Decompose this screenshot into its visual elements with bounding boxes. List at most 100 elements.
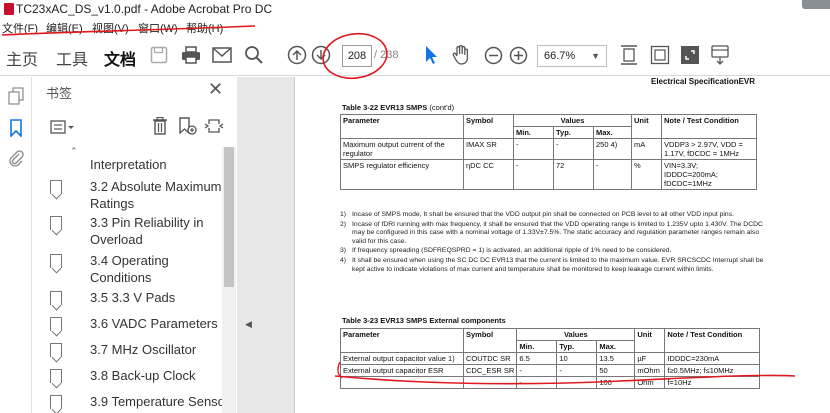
acrobat-app-icon	[4, 3, 14, 15]
bookmark-icon	[50, 180, 62, 194]
mail-icon[interactable]	[212, 47, 232, 63]
table-cell: Maximum output current of the regulator	[340, 138, 464, 160]
page-thumbnails-icon[interactable]	[8, 87, 24, 105]
spec-table: Parameter Symbol Values Unit Note / Test…	[340, 114, 757, 190]
select-cursor-icon[interactable]	[424, 45, 438, 65]
tab-document[interactable]: 文档	[104, 46, 136, 70]
table-cell: %	[631, 159, 662, 190]
zoom-dropdown[interactable]: 66.7% ▼	[537, 45, 607, 67]
footnote-number: 1)	[340, 211, 347, 218]
bookmark-item[interactable]: 3.3 Pin Reliability in Overload	[50, 214, 220, 248]
previous-page-icon[interactable]	[287, 45, 307, 65]
table-caption-text: Table 3-22 EVR13 SMPS	[342, 103, 428, 112]
column-subheader: Min.	[516, 340, 558, 353]
table-cell: VDDP3 > 2.97V, VDD = 1.17V, fDCDC = 1MHz	[661, 138, 757, 160]
table-row: Maximum output current of the regulator …	[340, 138, 757, 160]
bookmark-label: 3.7 MHz Oscillator	[90, 342, 197, 357]
table-cell: 13.5	[596, 352, 636, 365]
footnote-text: Incase of fDRI running with max frequenc…	[352, 220, 763, 245]
fit-page-icon[interactable]	[619, 44, 639, 66]
page-number-input[interactable]: 208	[342, 45, 372, 67]
column-subheader: Typ.	[556, 340, 598, 353]
page-total: / 238	[374, 49, 399, 61]
bookmark-item[interactable]: 3.8 Back-up Clock	[50, 367, 220, 385]
footnote: 3) If frequency spreading (SDFREQSPRD = 1…	[340, 247, 768, 256]
table-cell: -	[593, 159, 632, 190]
column-header: Symbol	[462, 328, 518, 353]
options-menu-icon[interactable]	[50, 119, 76, 135]
bookmark-label: 3.2 Absolute Maximum Ratings	[90, 179, 222, 211]
delete-icon[interactable]	[152, 117, 168, 135]
page-header: Electrical SpecificationEVR	[651, 77, 756, 86]
table-cell: -	[513, 138, 554, 160]
table-row: External output capacitor value 1) COUTD…	[340, 352, 761, 365]
full-screen-icon[interactable]	[680, 45, 700, 65]
panel-divider: ◀	[237, 77, 294, 413]
hand-tool-icon[interactable]	[451, 44, 471, 66]
bookmark-item[interactable]: 3.9 Temperature Sensor	[50, 393, 229, 411]
table-cell: 72	[553, 159, 594, 190]
expand-bookmark-icon[interactable]	[204, 116, 224, 136]
bookmark-item[interactable]: 3.4 Operating Conditions	[50, 252, 220, 286]
table-cell: -	[513, 159, 554, 190]
bookmark-label: 3.5 3.3 V Pads	[90, 290, 176, 305]
bookmarks-scrollbar[interactable]	[222, 147, 236, 413]
table-cell: COUTDC SR	[462, 352, 518, 365]
column-header: Values	[513, 114, 632, 127]
menu-file[interactable]: 文件(F)	[2, 20, 38, 36]
scrollbar-thumb[interactable]	[224, 147, 234, 287]
tab-tools[interactable]: 工具	[56, 46, 88, 70]
menu-window[interactable]: 窗口(W)	[138, 20, 178, 36]
zoom-in-icon[interactable]	[509, 46, 528, 65]
zoom-out-icon[interactable]	[484, 46, 503, 65]
bookmark-item[interactable]: 3.5 3.3 V Pads	[50, 289, 220, 307]
tab-home[interactable]: 主页	[6, 46, 38, 70]
bookmark-label: 3.6 VADC Parameters	[90, 316, 218, 331]
table-caption: Table 3-23 EVR13 SMPS External component…	[342, 316, 506, 325]
next-page-icon[interactable]	[311, 45, 331, 65]
collapse-panel-icon[interactable]: ◀	[245, 319, 252, 330]
page-layout-icon[interactable]	[650, 45, 670, 65]
bookmark-item[interactable]: 3.7 MHz Oscillator	[50, 341, 220, 359]
bookmark-icon	[50, 317, 62, 331]
bookmark-item[interactable]: 3.2 Absolute Maximum Ratings	[50, 178, 222, 212]
save-icon[interactable]	[150, 46, 168, 64]
table-cell: mA	[631, 138, 662, 160]
table-cell: 6.5	[516, 352, 558, 365]
menu-help[interactable]: 帮助(H)	[186, 20, 223, 36]
bookmark-icon	[50, 291, 62, 305]
table-cell: 100	[596, 376, 636, 389]
column-subheader: Min.	[513, 126, 554, 139]
bookmark-label: 3.3 Pin Reliability in Overload	[90, 215, 204, 247]
window-control[interactable]	[802, 0, 830, 9]
window-title: TC23xAC_DS_v1.0.pdf - Adobe Acrobat Pro …	[16, 2, 273, 16]
new-bookmark-icon[interactable]	[178, 117, 198, 135]
table-cell: -	[553, 138, 594, 160]
read-mode-icon[interactable]	[710, 45, 730, 65]
table-cell: VIN=3.3V; IDDDC=200mA; fDCDC=1MHz	[661, 159, 757, 190]
column-header: Unit	[631, 114, 662, 139]
close-icon[interactable]: ✕	[208, 79, 223, 100]
table-cell: External output capacitor ESR	[340, 364, 464, 377]
toolbar: 主页 工具 文档 208 / 238 66.7% ▼	[0, 36, 830, 76]
table-cell: ηDC CC	[463, 159, 514, 190]
column-header: Note / Test Condition	[661, 114, 757, 139]
bookmark-item[interactable]: Interpretation	[50, 156, 220, 174]
print-icon[interactable]	[181, 46, 201, 64]
spec-table: Parameter Symbol Values Unit Note / Test…	[340, 328, 761, 389]
bookmark-icon	[50, 343, 62, 357]
bookmarks-icon[interactable]	[9, 119, 23, 137]
table-caption-suffix: (cont'd)	[429, 103, 455, 112]
search-icon[interactable]	[244, 45, 264, 65]
bookmark-label: 3.4 Operating Conditions	[90, 253, 169, 285]
menu-view[interactable]: 视图(V)	[92, 20, 129, 36]
bookmark-icon	[50, 369, 62, 383]
document-page: Electrical SpecificationEVR Table 3-22 E…	[294, 77, 830, 413]
menu-edit[interactable]: 编辑(E)	[46, 20, 83, 36]
footnote: 1) Incase of SMPS mode, It shall be ensur…	[340, 211, 768, 220]
table-cell: 50	[596, 364, 636, 377]
bookmark-item[interactable]: 3.6 VADC Parameters	[50, 315, 220, 333]
table-cell: mOhm	[634, 364, 666, 377]
attachment-icon[interactable]	[8, 149, 24, 167]
footnote-text: Incase of SMPS mode, It shall be ensured…	[352, 211, 734, 218]
